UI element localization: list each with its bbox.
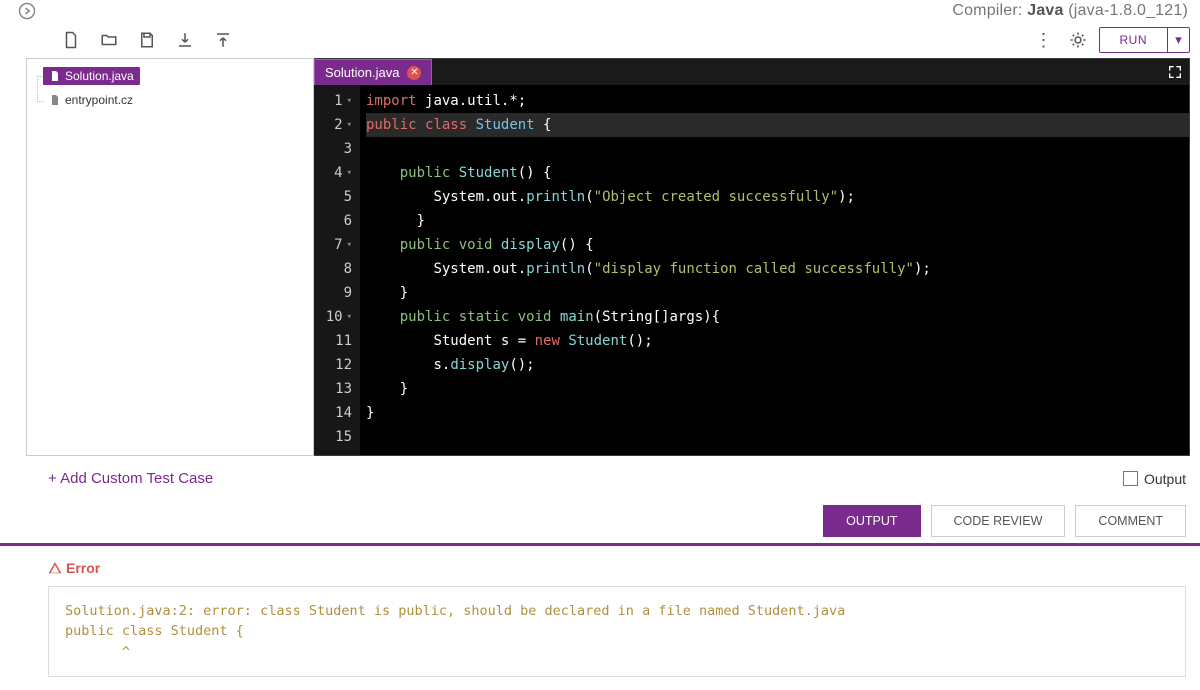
save-icon[interactable] xyxy=(138,31,156,49)
line-number: 12 xyxy=(314,353,352,377)
code-line: s.display(); xyxy=(366,353,1189,377)
code-line: } xyxy=(366,209,1189,233)
line-number: 11 xyxy=(314,329,352,353)
code-line: public static void main(String[]args){ xyxy=(366,305,1189,329)
compiler-label: Compiler: Java (java-1.8.0_121) xyxy=(952,2,1194,20)
more-menu-icon[interactable]: ⋮ xyxy=(1031,30,1057,51)
nav-forward-icon[interactable] xyxy=(18,2,36,20)
code-line: } xyxy=(366,377,1189,401)
close-tab-icon[interactable]: ✕ xyxy=(407,66,421,80)
editor-pane: Solution.java ✕ 1▾2▾34▾567▾8910▾11121314… xyxy=(314,58,1190,456)
file-name: Solution.java xyxy=(65,69,134,83)
line-number: 8 xyxy=(314,257,352,281)
error-body: Solution.java:2: error: class Student is… xyxy=(48,586,1186,677)
line-number: 5 xyxy=(314,185,352,209)
upload-icon[interactable] xyxy=(214,31,232,49)
add-test-case-link[interactable]: + Add Custom Test Case xyxy=(48,470,213,487)
line-number: 1▾ xyxy=(314,89,352,113)
code-line: Student s = new Student(); xyxy=(366,329,1189,353)
run-button[interactable]: RUN xyxy=(1100,28,1168,52)
line-number: 14 xyxy=(314,401,352,425)
toolbar: ⋮ RUN ▾ xyxy=(0,22,1200,58)
code-line: System.out.println("Object created succe… xyxy=(366,185,1189,209)
file-tree-item[interactable]: entrypoint.cz xyxy=(33,89,307,111)
line-number: 6 xyxy=(314,209,352,233)
open-folder-icon[interactable] xyxy=(100,31,118,49)
settings-icon[interactable] xyxy=(1069,31,1087,49)
line-number: 3 xyxy=(314,137,352,161)
tab-code-review[interactable]: CODE REVIEW xyxy=(931,505,1066,537)
file-name: entrypoint.cz xyxy=(65,93,133,107)
line-number: 9 xyxy=(314,281,352,305)
code-line: System.out.println("display function cal… xyxy=(366,257,1189,281)
code-line xyxy=(366,137,1189,161)
run-button-group: RUN ▾ xyxy=(1099,27,1191,53)
new-file-icon[interactable] xyxy=(62,31,80,49)
editor-tab-title: Solution.java xyxy=(325,65,399,80)
file-icon xyxy=(49,70,61,82)
result-tabs: OUTPUT CODE REVIEW COMMENT xyxy=(48,505,1186,537)
code-line: public void display() { xyxy=(366,233,1189,257)
line-number: 2▾ xyxy=(314,113,352,137)
code-line: import java.util.*; xyxy=(366,89,1189,113)
warning-icon xyxy=(48,561,62,575)
code-line: } xyxy=(366,281,1189,305)
output-checkbox-label: Output xyxy=(1144,471,1186,487)
code-line: public Student() { xyxy=(366,161,1189,185)
file-icon xyxy=(49,94,61,106)
fullscreen-icon[interactable] xyxy=(1161,59,1189,85)
download-icon[interactable] xyxy=(176,31,194,49)
run-dropdown-caret[interactable]: ▾ xyxy=(1167,28,1189,52)
error-heading: Error xyxy=(48,560,1186,576)
line-number: 7▾ xyxy=(314,233,352,257)
code-line: public class Student { xyxy=(366,113,1189,137)
tab-output[interactable]: OUTPUT xyxy=(823,505,920,537)
line-number: 13 xyxy=(314,377,352,401)
code-editor[interactable]: 1▾2▾34▾567▾8910▾1112131415 import java.u… xyxy=(314,85,1189,455)
line-number: 15 xyxy=(314,425,352,449)
code-line: } xyxy=(366,401,1189,425)
code-line xyxy=(366,425,1189,449)
line-number: 4▾ xyxy=(314,161,352,185)
line-number: 10▾ xyxy=(314,305,352,329)
editor-tab[interactable]: Solution.java ✕ xyxy=(314,59,432,85)
file-tree-item[interactable]: Solution.java xyxy=(33,65,307,87)
tab-comment[interactable]: COMMENT xyxy=(1075,505,1186,537)
file-tree: Solution.java entrypoint.cz xyxy=(26,58,314,456)
output-checkbox[interactable] xyxy=(1123,471,1138,486)
